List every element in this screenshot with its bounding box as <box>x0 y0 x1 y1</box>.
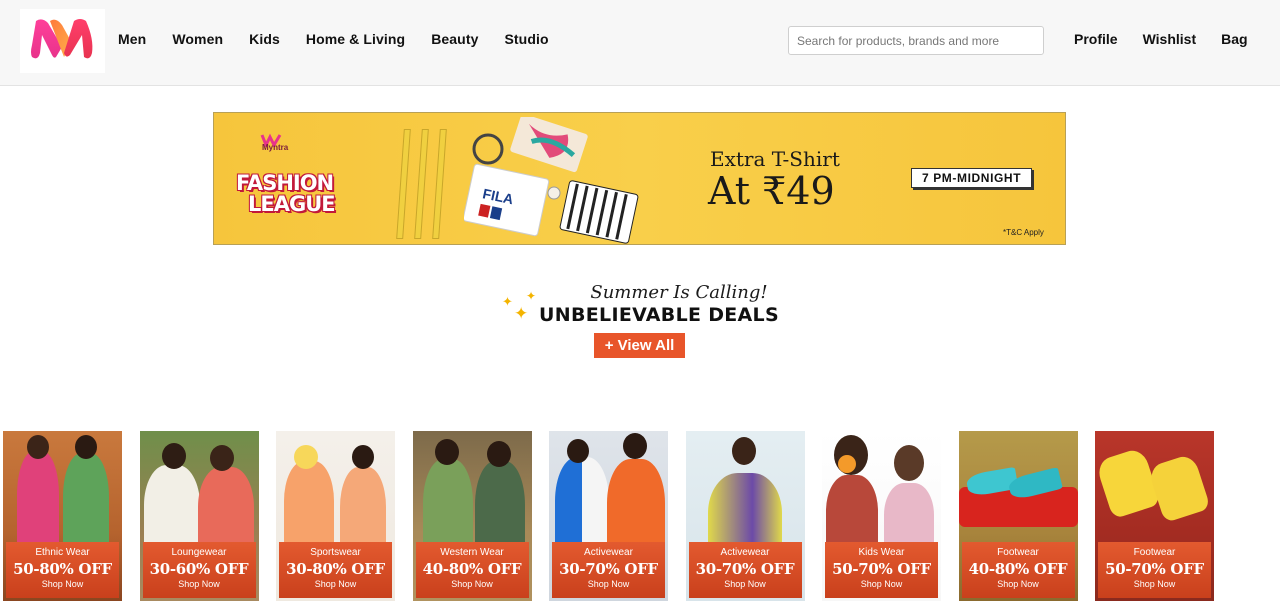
sparkle-icon: ✦ <box>502 294 513 309</box>
card-discount: 30-70% OFF <box>695 560 795 578</box>
card-discount: 40-80% OFF <box>422 560 522 578</box>
card-category: Footwear <box>997 547 1039 558</box>
deal-card-footwear-sneakers[interactable]: Footwear 50-70% OFF Shop Now <box>1095 431 1214 601</box>
banner-brand: Myntra <box>262 143 289 152</box>
campaign-title: FASHION LEAGUE <box>236 171 336 216</box>
card-category: Sportswear <box>310 547 361 558</box>
tshirts-illustration-icon: FILA <box>464 117 639 244</box>
card-category: Activewear <box>584 547 633 558</box>
card-shop-now: Shop Now <box>451 579 493 589</box>
deal-card-loungewear[interactable]: Loungewear 30-60% OFF Shop Now <box>139 431 259 601</box>
card-label: Western Wear 40-80% OFF Shop Now <box>415 542 529 598</box>
card-discount: 50-70% OFF <box>1105 560 1204 578</box>
offer-price: At ₹49 <box>708 169 835 213</box>
deal-card-footwear-heels[interactable]: Footwear 40-80% OFF Shop Now <box>958 431 1078 601</box>
nav-beauty[interactable]: Beauty <box>431 31 478 47</box>
card-shop-now: Shop Now <box>587 579 630 589</box>
terms-note: *T&C Apply <box>1003 228 1044 237</box>
card-label: Activewear 30-70% OFF Shop Now <box>552 542 665 598</box>
nav-home-living[interactable]: Home & Living <box>306 31 405 47</box>
card-discount: 50-80% OFF <box>13 560 112 578</box>
cricket-stumps-icon <box>396 119 448 239</box>
deal-card-activewear-women[interactable]: Activewear 30-70% OFF Shop Now <box>685 431 805 601</box>
deal-cards: Ethnic Wear 50-80% OFF Shop Now Loungewe… <box>3 431 1232 601</box>
deals-heading: Summer Is Calling! UNBELIEVABLE DEALS <box>0 282 1280 326</box>
card-category: Activewear <box>720 547 770 558</box>
main-nav: Men Women Kids Home & Living Beauty Stud… <box>118 31 575 47</box>
card-category: Western Wear <box>440 547 504 558</box>
card-label: Footwear 40-80% OFF Shop Now <box>961 542 1075 598</box>
nav-kids[interactable]: Kids <box>249 31 280 47</box>
card-shop-now: Shop Now <box>1133 579 1176 589</box>
deal-card-sportswear[interactable]: Sportswear 30-80% OFF Shop Now <box>276 431 395 601</box>
deal-card-western-wear[interactable]: Western Wear 40-80% OFF Shop Now <box>412 431 532 601</box>
sparkle-icon: ✦ <box>526 289 537 303</box>
profile-link[interactable]: Profile <box>1074 31 1118 47</box>
nav-studio[interactable]: Studio <box>504 31 548 47</box>
card-discount: 30-80% OFF <box>286 560 385 578</box>
deals-title: UNBELIEVABLE DEALS <box>539 304 779 326</box>
account-nav: Profile Wishlist Bag <box>1074 31 1273 47</box>
campaign-line1: FASHION <box>236 171 334 195</box>
card-discount: 40-80% OFF <box>968 560 1068 578</box>
nav-men[interactable]: Men <box>118 31 146 47</box>
view-all-button[interactable]: + View All <box>594 333 685 358</box>
nav-women[interactable]: Women <box>172 31 223 47</box>
card-category: Kids Wear <box>858 547 905 558</box>
bag-link[interactable]: Bag <box>1221 31 1247 47</box>
card-label: Footwear 50-70% OFF Shop Now <box>1098 542 1211 598</box>
card-discount: 30-60% OFF <box>149 560 249 578</box>
card-label: Kids Wear 50-70% OFF Shop Now <box>825 542 938 598</box>
card-discount: 50-70% OFF <box>832 560 931 578</box>
deal-card-activewear-men[interactable]: Activewear 30-70% OFF Shop Now <box>549 431 668 601</box>
card-shop-now: Shop Now <box>41 579 84 589</box>
card-category: Loungewear <box>171 547 227 558</box>
myntra-logo[interactable] <box>20 9 105 73</box>
search-input[interactable] <box>788 26 1044 55</box>
card-category: Footwear <box>1133 547 1176 558</box>
card-shop-now: Shop Now <box>314 579 357 589</box>
myntra-logo-icon <box>31 19 93 59</box>
deal-card-kids-wear[interactable]: Kids Wear 50-70% OFF Shop Now <box>822 431 941 601</box>
card-label: Activewear 30-70% OFF Shop Now <box>688 542 802 598</box>
time-badge: 7 PM-MIDNIGHT <box>911 168 1033 188</box>
deal-card-ethnic-wear[interactable]: Ethnic Wear 50-80% OFF Shop Now <box>3 431 122 601</box>
card-category: Ethnic Wear <box>35 547 90 558</box>
offer-subtitle: Extra T-Shirt <box>710 147 840 171</box>
deals-subtitle: Summer Is Calling! <box>590 282 768 303</box>
card-shop-now: Shop Now <box>178 579 220 589</box>
card-shop-now: Shop Now <box>997 579 1039 589</box>
promo-banner[interactable]: Myntra FASHION LEAGUE FILA Extra T-Shirt… <box>213 112 1066 245</box>
card-label: Ethnic Wear 50-80% OFF Shop Now <box>6 542 119 598</box>
card-discount: 30-70% OFF <box>559 560 658 578</box>
card-label: Sportswear 30-80% OFF Shop Now <box>279 542 392 598</box>
wishlist-link[interactable]: Wishlist <box>1143 31 1197 47</box>
site-header: Men Women Kids Home & Living Beauty Stud… <box>0 0 1280 86</box>
card-shop-now: Shop Now <box>724 579 766 589</box>
card-label: Loungewear 30-60% OFF Shop Now <box>142 542 256 598</box>
sparkle-icon: ✦ <box>514 304 529 323</box>
campaign-line2: LEAGUE <box>248 192 336 216</box>
card-shop-now: Shop Now <box>860 579 903 589</box>
